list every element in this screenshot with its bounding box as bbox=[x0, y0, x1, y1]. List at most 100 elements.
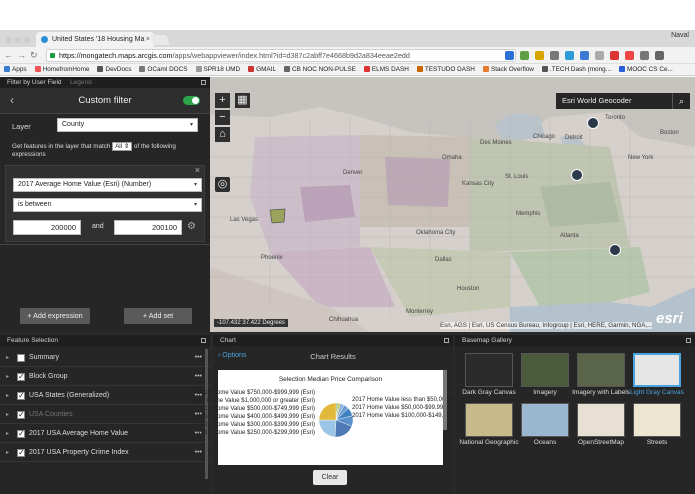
bookmark-item[interactable]: .TECH Dash (mong... bbox=[541, 64, 611, 75]
home-marker-icon[interactable] bbox=[609, 244, 621, 256]
gear-icon[interactable]: ⚙ bbox=[187, 221, 196, 232]
geocoder-search[interactable]: Esri World Geocoder ⌕ bbox=[556, 93, 690, 109]
layer-checkbox[interactable] bbox=[17, 425, 25, 443]
extension-icon[interactable] bbox=[595, 51, 604, 60]
bookmark-item[interactable]: CB NOC NON-PULSE bbox=[284, 64, 356, 75]
home-icon[interactable]: ⌂ bbox=[215, 127, 230, 142]
feature-layer-row[interactable]: ▸ Summary ••• bbox=[0, 349, 210, 367]
basemap-thumbnail[interactable] bbox=[465, 403, 513, 437]
more-options-icon[interactable]: ••• bbox=[195, 444, 202, 462]
extension-icon[interactable] bbox=[565, 51, 574, 60]
clear-button[interactable]: Clear bbox=[313, 470, 347, 485]
basemap-thumbnail[interactable] bbox=[633, 403, 681, 437]
add-expression-button[interactable]: + Add expression bbox=[20, 308, 90, 324]
expand-icon[interactable]: ▸ bbox=[6, 387, 9, 405]
feature-layer-row[interactable]: ▸USA States (Generalized)••• bbox=[0, 387, 210, 405]
value-to-input[interactable]: 200100 bbox=[114, 220, 182, 235]
feature-layer-row[interactable]: ▸ Block Group ••• bbox=[0, 368, 210, 386]
locate-icon[interactable]: ◎ bbox=[215, 177, 230, 192]
back-icon[interactable]: ← bbox=[4, 50, 17, 60]
basemap-label: Oceans bbox=[533, 439, 557, 446]
home-marker-icon[interactable] bbox=[587, 117, 599, 129]
bookmark-item[interactable]: DevDocs bbox=[97, 64, 131, 75]
menu-icon[interactable] bbox=[655, 51, 664, 60]
minimize-icon[interactable] bbox=[686, 338, 691, 343]
bookmark-item[interactable]: MOOC CS Ce... bbox=[619, 64, 673, 75]
basemap-thumbnail[interactable] bbox=[465, 353, 513, 387]
basemap-thumbnail[interactable] bbox=[521, 403, 569, 437]
new-tab-button[interactable] bbox=[150, 35, 170, 45]
minimize-icon[interactable] bbox=[444, 338, 449, 343]
expand-icon[interactable]: ▸ bbox=[6, 406, 9, 424]
map-view[interactable]: Denver Omaha Des Moines Chicago Detroit … bbox=[210, 77, 695, 332]
bookmark-item[interactable]: TESTUDO DASH bbox=[416, 64, 475, 75]
field-select[interactable]: 2017 Average Home Value (Esri) (Number) ▾ bbox=[13, 178, 202, 192]
bookmark-item[interactable]: Apps bbox=[4, 64, 27, 75]
tab-legend[interactable]: Legend bbox=[70, 77, 92, 88]
expand-icon[interactable]: ▸ bbox=[6, 425, 9, 443]
minimize-icon[interactable] bbox=[201, 80, 206, 85]
map-label: Kansas City bbox=[462, 181, 495, 187]
url-field[interactable]: https://mongatech.maps.arcgis.com/apps/w… bbox=[46, 49, 516, 62]
extension-icon[interactable] bbox=[580, 51, 589, 60]
profile-name[interactable]: Naval bbox=[671, 32, 689, 39]
layer-checkbox[interactable] bbox=[17, 406, 25, 424]
extension-icon[interactable] bbox=[610, 51, 619, 60]
more-options-icon[interactable]: ••• bbox=[195, 368, 202, 386]
extension-icon[interactable] bbox=[640, 51, 649, 60]
basemap-thumbnail[interactable] bbox=[521, 353, 569, 387]
expand-icon[interactable]: ▸ bbox=[6, 368, 9, 386]
feature-layer-row[interactable]: ▸2017 USA Average Home Value••• bbox=[0, 425, 210, 443]
feature-layer-row[interactable]: ▸USA Counties••• bbox=[0, 406, 210, 424]
bookmark-item[interactable]: HomefromHome bbox=[34, 64, 89, 75]
layer-select[interactable]: County ▾ bbox=[57, 118, 198, 132]
extension-icon[interactable] bbox=[625, 51, 634, 60]
zoom-in-button[interactable]: + bbox=[215, 93, 230, 108]
layer-label: 2017 USA Property Crime Index bbox=[29, 449, 129, 456]
more-options-icon[interactable]: ••• bbox=[195, 349, 202, 367]
chart-area: Selection Median Price Comparison 2017 H… bbox=[192, 370, 469, 465]
tab-title: United States '18 Housing Ma bbox=[52, 36, 145, 43]
match-select[interactable]: All ⇕ bbox=[112, 142, 133, 151]
minimize-dot[interactable] bbox=[15, 37, 21, 43]
filter-toggle[interactable] bbox=[183, 96, 200, 105]
bookmark-item[interactable]: GMAIL bbox=[248, 64, 276, 75]
extension-icon[interactable] bbox=[535, 51, 544, 60]
zoom-out-button[interactable]: − bbox=[215, 110, 230, 125]
close-dot[interactable] bbox=[6, 37, 12, 43]
operator-select[interactable]: is between ▾ bbox=[13, 198, 202, 212]
pie-slice[interactable] bbox=[318, 419, 337, 438]
reload-icon[interactable]: ↻ bbox=[30, 50, 42, 60]
pie-slice-label: 2017 Home Value less than $50,000 (Esri) bbox=[352, 397, 465, 403]
layer-checkbox[interactable] bbox=[17, 354, 25, 362]
expand-icon[interactable]: ▸ bbox=[6, 444, 9, 462]
close-tab-icon[interactable]: × bbox=[146, 32, 150, 47]
scrollbar[interactable] bbox=[443, 370, 447, 430]
star-icon[interactable] bbox=[505, 51, 514, 60]
value-from-input[interactable]: 200000 bbox=[13, 220, 81, 235]
close-icon[interactable]: × bbox=[195, 165, 200, 175]
add-set-button[interactable]: + Add set bbox=[124, 308, 192, 324]
bookmark-item[interactable]: ELMS DASH bbox=[363, 64, 409, 75]
basemap-thumbnail[interactable] bbox=[577, 353, 625, 387]
minimize-icon[interactable] bbox=[201, 338, 206, 343]
maximize-dot[interactable] bbox=[24, 37, 30, 43]
forward-icon[interactable]: → bbox=[17, 50, 30, 60]
bookmark-item[interactable]: Stack Overflow bbox=[482, 64, 534, 75]
layer-checkbox[interactable] bbox=[17, 368, 25, 386]
basemap-thumbnail[interactable] bbox=[577, 403, 625, 437]
basemap-thumbnail[interactable] bbox=[633, 353, 681, 387]
extension-icon[interactable] bbox=[550, 51, 559, 60]
extension-icon[interactable] bbox=[520, 51, 529, 60]
layer-checkbox[interactable] bbox=[17, 387, 25, 405]
expand-icon[interactable]: ▸ bbox=[6, 349, 9, 367]
grid-icon[interactable]: ▦ bbox=[235, 93, 250, 108]
search-icon[interactable]: ⌕ bbox=[672, 93, 690, 109]
home-marker-icon[interactable] bbox=[571, 169, 583, 181]
bookmark-item[interactable]: OCaml DOCS bbox=[139, 64, 188, 75]
bookmark-item[interactable]: SPR18 UMD bbox=[195, 64, 240, 75]
browser-tab[interactable]: United States '18 Housing Ma × bbox=[36, 32, 154, 47]
feature-layer-row[interactable]: ▸ 2017 USA Property Crime Index ••• bbox=[0, 444, 210, 462]
layer-checkbox[interactable] bbox=[17, 444, 25, 462]
pie-slice[interactable] bbox=[318, 402, 337, 421]
